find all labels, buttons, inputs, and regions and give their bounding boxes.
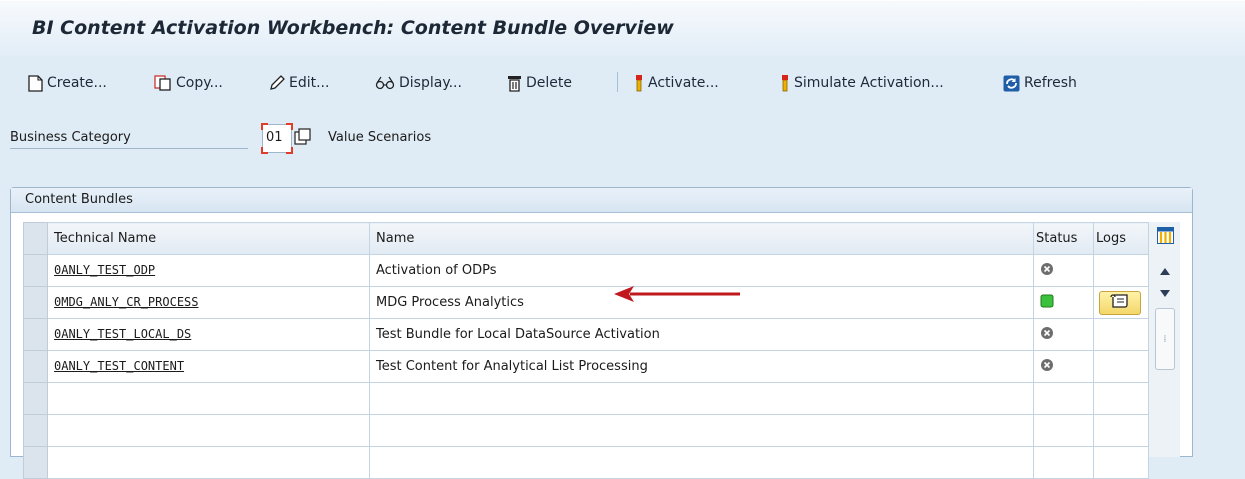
table-row: 0ANLY_TEST_CONTENT Test Content for Anal… <box>23 350 1149 383</box>
business-category-description: Value Scenarios <box>328 130 432 145</box>
glasses-icon <box>375 76 395 90</box>
content-bundles-title: Content Bundles <box>11 188 1192 213</box>
name-cell: Test Bundle for Local DataSource Activat… <box>369 318 1034 351</box>
technical-name-link[interactable]: 0MDG_ANLY_CR_PROCESS <box>54 295 199 309</box>
simulate-icon <box>780 74 790 92</box>
logs-cell <box>1093 350 1149 383</box>
display-button[interactable]: Display... <box>375 72 462 94</box>
activate-icon <box>634 74 644 92</box>
refresh-button[interactable]: Refresh <box>1003 72 1077 94</box>
title-bar: BI Content Activation Workbench: Content… <box>0 0 1245 56</box>
refresh-icon <box>1003 75 1020 92</box>
status-active-icon <box>1040 294 1054 312</box>
empty-cell <box>1033 414 1094 447</box>
status-inactive-icon <box>1040 262 1054 280</box>
status-inactive-icon <box>1040 326 1054 344</box>
status-cell <box>1033 318 1094 351</box>
table-header-row: Technical Name Name Status Logs <box>23 222 1149 255</box>
value-help-icon[interactable] <box>294 128 311 149</box>
content-bundles-table: Technical Name Name Status Logs 0ANLY_TE… <box>23 222 1180 479</box>
scroll-thumb[interactable]: ⁞ <box>1155 308 1175 370</box>
window-title: BI Content Activation Workbench: Content… <box>32 17 674 39</box>
row-selector[interactable] <box>23 286 48 319</box>
activate-button[interactable]: Activate... <box>634 72 719 94</box>
technical-name-cell[interactable]: 0ANLY_TEST_ODP <box>47 254 370 287</box>
vertical-scrollbar[interactable]: ⁞ <box>1148 222 1180 457</box>
empty-cell <box>369 414 1034 447</box>
activate-label: Activate... <box>648 75 719 91</box>
row-selector[interactable] <box>23 446 48 479</box>
status-cell <box>1033 286 1094 319</box>
status-inactive-icon <box>1040 358 1054 376</box>
trash-icon <box>507 75 522 92</box>
red-arrow-annotation <box>612 283 742 309</box>
copy-icon <box>154 75 172 91</box>
empty-cell <box>1093 414 1149 447</box>
technical-name-cell[interactable]: 0ANLY_TEST_CONTENT <box>47 350 370 383</box>
name-cell: Test Content for Analytical List Process… <box>369 350 1034 383</box>
select-all-cell[interactable] <box>23 222 48 255</box>
column-header-status[interactable]: Status <box>1033 222 1094 255</box>
row-selector[interactable] <box>23 254 48 287</box>
create-button[interactable]: Create... <box>28 72 107 94</box>
column-header-name[interactable]: Name <box>369 222 1034 255</box>
new-document-icon <box>28 74 43 92</box>
copy-button[interactable]: Copy... <box>154 72 223 94</box>
table-row <box>23 414 1149 447</box>
toolbar-separator <box>617 72 618 92</box>
column-header-technical-name[interactable]: Technical Name <box>47 222 370 255</box>
refresh-label: Refresh <box>1024 75 1077 91</box>
empty-cell <box>47 414 370 447</box>
table-row <box>23 446 1149 479</box>
logs-cell <box>1093 286 1149 319</box>
edit-label: Edit... <box>289 75 330 91</box>
logs-cell <box>1093 254 1149 287</box>
log-button[interactable] <box>1099 290 1141 315</box>
technical-name-link[interactable]: 0ANLY_TEST_LOCAL_DS <box>54 327 191 341</box>
empty-cell <box>47 446 370 479</box>
simulate-activation-button[interactable]: Simulate Activation... <box>780 72 944 94</box>
column-configuration-icon[interactable] <box>1157 227 1174 248</box>
business-category-label: Business Category <box>10 127 248 149</box>
name-cell: Activation of ODPs <box>369 254 1034 287</box>
row-selector[interactable] <box>23 318 48 351</box>
status-cell <box>1033 350 1094 383</box>
simulate-activation-label: Simulate Activation... <box>794 75 944 91</box>
pencil-icon <box>269 75 285 91</box>
empty-cell <box>369 446 1034 479</box>
scroll-down-icon[interactable] <box>1160 286 1170 301</box>
delete-label: Delete <box>526 75 572 91</box>
table-row: 0ANLY_TEST_LOCAL_DS Test Bundle for Loca… <box>23 318 1149 351</box>
copy-label: Copy... <box>176 75 223 91</box>
table-row: 0ANLY_TEST_ODP Activation of ODPs <box>23 254 1149 287</box>
empty-cell <box>1093 446 1149 479</box>
status-cell <box>1033 254 1094 287</box>
logs-cell <box>1093 318 1149 351</box>
delete-button[interactable]: Delete <box>507 72 572 94</box>
application-toolbar: Create... Copy... Edit... Display... Del… <box>0 58 1245 106</box>
table-row: 0MDG_ANLY_CR_PROCESS MDG Process Analyti… <box>23 286 1149 319</box>
column-header-logs[interactable]: Logs <box>1093 222 1149 255</box>
content-bundles-panel: Content Bundles Technical Name Name Stat… <box>10 187 1193 479</box>
edit-button[interactable]: Edit... <box>269 72 329 94</box>
business-category-value: 01 <box>266 130 283 145</box>
technical-name-link[interactable]: 0ANLY_TEST_CONTENT <box>54 359 184 373</box>
empty-cell <box>1093 382 1149 415</box>
row-selector[interactable] <box>23 350 48 383</box>
empty-cell <box>369 382 1034 415</box>
business-category-input[interactable]: 01 <box>261 123 293 154</box>
log-scroll-icon <box>1110 293 1130 313</box>
row-selector[interactable] <box>23 382 48 415</box>
technical-name-cell[interactable]: 0MDG_ANLY_CR_PROCESS <box>47 286 370 319</box>
empty-cell <box>1033 382 1094 415</box>
display-label: Display... <box>399 75 462 91</box>
create-label: Create... <box>47 75 107 91</box>
empty-cell <box>47 382 370 415</box>
scroll-up-icon[interactable] <box>1160 264 1170 279</box>
technical-name-link[interactable]: 0ANLY_TEST_ODP <box>54 263 155 277</box>
empty-cell <box>1033 446 1094 479</box>
technical-name-cell[interactable]: 0ANLY_TEST_LOCAL_DS <box>47 318 370 351</box>
row-selector[interactable] <box>23 414 48 447</box>
table-row <box>23 382 1149 415</box>
